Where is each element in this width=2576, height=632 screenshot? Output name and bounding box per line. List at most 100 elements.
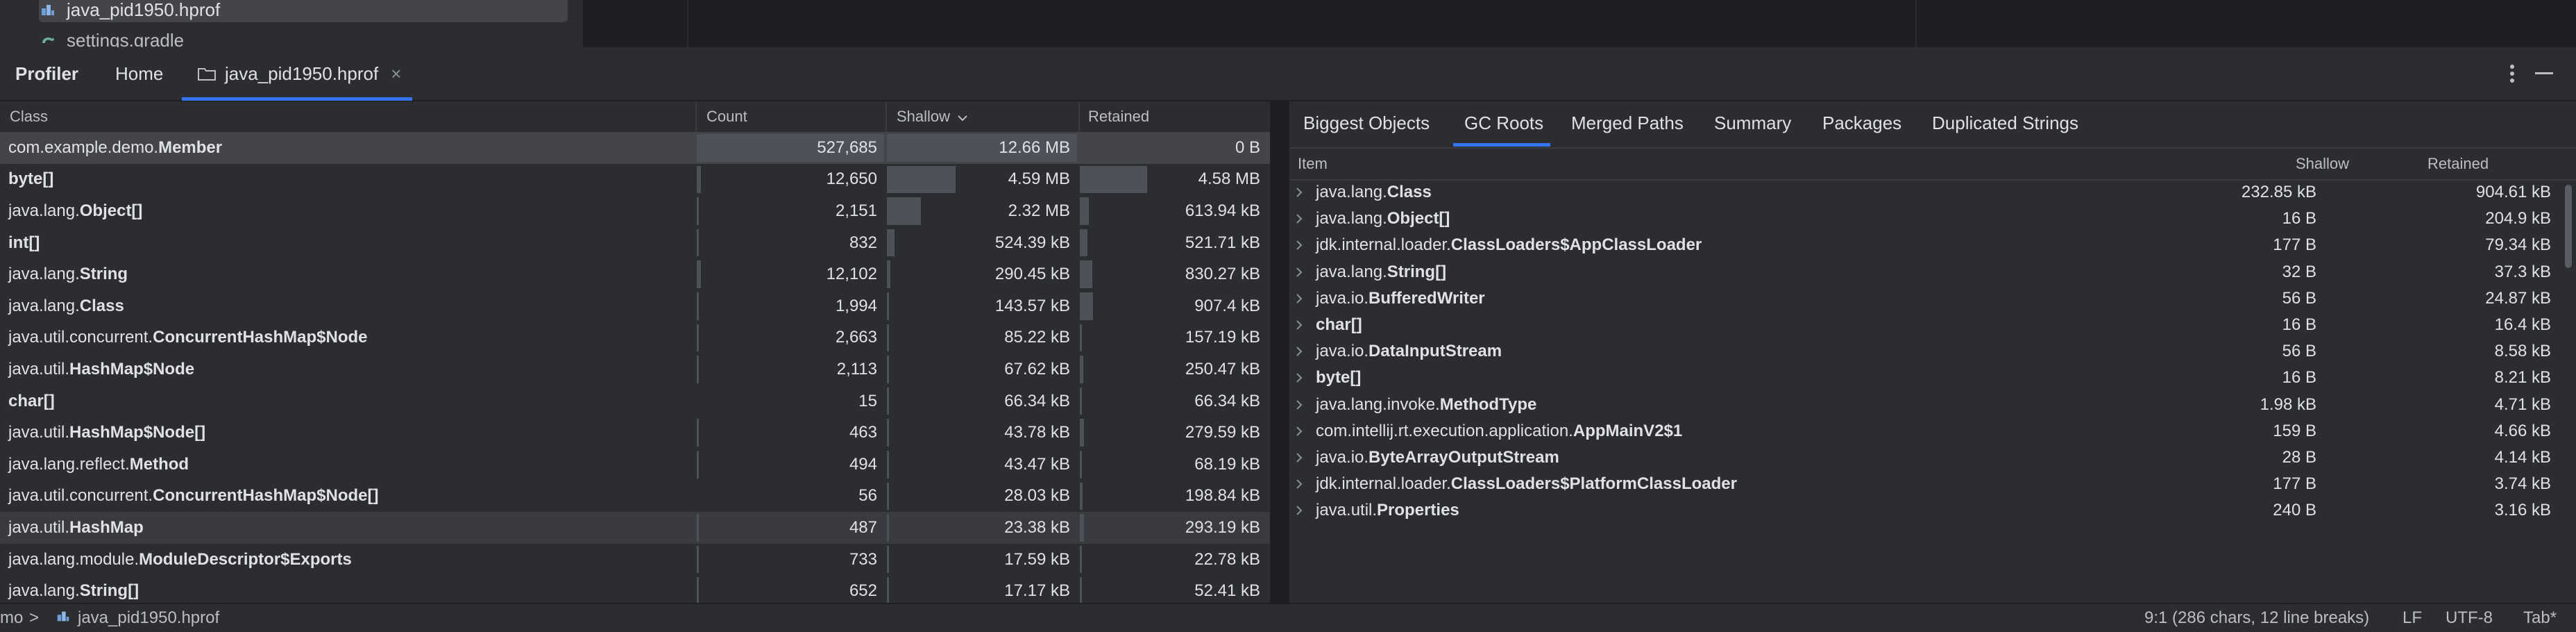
root-simple-name: ClassLoaders$AppClassLoader <box>1450 235 1702 255</box>
table-row[interactable]: java.util.concurrent. ConcurrentHashMap$N… <box>0 322 1270 354</box>
tree-row[interactable]: java.util. Properties 240 B 3.16 kB <box>1289 497 2566 524</box>
count-value: 12,650 <box>826 169 877 189</box>
retained-value: 198.84 kB <box>1185 486 1260 506</box>
chevron-right-icon[interactable] <box>1295 392 1303 418</box>
shallow-bar <box>887 292 889 320</box>
chevron-right-icon[interactable] <box>1295 206 1303 232</box>
shallow-value: 177 B <box>2273 235 2316 255</box>
table-row[interactable]: java.util. HashMap$Node[] 463 43.78 kB 279.5… <box>0 417 1270 449</box>
table-row[interactable]: java.lang.module. ModuleDescriptor$Export… <box>0 544 1270 576</box>
retained-value: 830.27 kB <box>1185 265 1260 284</box>
chevron-right-icon[interactable] <box>1295 471 1303 497</box>
class-simple-name: char[] <box>8 391 55 410</box>
chevron-right-icon[interactable] <box>1295 365 1303 391</box>
chevron-right-icon[interactable] <box>1295 312 1303 338</box>
shallow-cell: 524.39 kB <box>887 227 1077 259</box>
retained-value: 613.94 kB <box>1185 201 1260 220</box>
table-row[interactable]: java.lang. String 12,102 290.45 kB 830.27 kB <box>0 258 1270 290</box>
tree-row[interactable]: java.io. DataInputStream 56 B 8.58 kB <box>1289 338 2566 365</box>
shallow-value: 85.22 kB <box>1004 328 1070 347</box>
chevron-right-icon[interactable] <box>1295 444 1303 471</box>
shallow-value: 2.32 MB <box>1008 201 1070 220</box>
table-row[interactable]: java.lang.reflect. Method 494 43.47 kB 68.19… <box>0 449 1270 481</box>
count-value: 733 <box>849 549 877 569</box>
table-row[interactable]: java.util. HashMap$Node 2,113 67.62 kB 250.4… <box>0 354 1270 385</box>
tree-row[interactable]: char[] 16 B 16.4 kB <box>1289 312 2566 338</box>
file-encoding[interactable]: UTF-8 <box>2446 604 2493 632</box>
tab-hprof-file[interactable]: java_pid1950.hprof × <box>187 47 411 100</box>
count-cell: 494 <box>697 449 884 481</box>
indent-setting[interactable]: Tab* <box>2523 604 2557 632</box>
tree-row[interactable]: byte[] 16 B 8.21 kB <box>1289 365 2566 391</box>
table-row[interactable]: char[] 15 66.34 kB 66.34 kB <box>0 385 1270 417</box>
tree-row[interactable]: jdk.internal.loader. ClassLoaders$AppClas… <box>1289 232 2566 258</box>
table-row[interactable]: java.lang. Object[] 2,151 2.32 MB 613.94 kB <box>0 195 1270 227</box>
header-count[interactable]: Count <box>706 101 747 132</box>
table-row[interactable]: java.util. HashMap 487 23.38 kB 293.19 kB <box>0 512 1270 544</box>
breadcrumb-start[interactable]: mo <box>0 604 23 632</box>
tree-row[interactable]: java.lang. String[] 32 B 37.3 kB <box>1289 259 2566 285</box>
scrollbar-thumb[interactable] <box>2565 185 2572 268</box>
class-package: java.util. <box>8 517 70 537</box>
tab-profiler[interactable]: Profiler <box>15 47 78 100</box>
chevron-right-icon[interactable] <box>1295 497 1303 524</box>
class-simple-name: ConcurrentHashMap$Node <box>153 328 368 347</box>
shallow-bar <box>887 228 895 257</box>
more-vertical-icon[interactable] <box>2498 60 2526 88</box>
table-row[interactable]: java.lang. Class 1,994 143.57 kB 907.4 kB <box>0 290 1270 322</box>
minimize-icon[interactable] <box>2530 60 2558 88</box>
tree-row[interactable]: java.lang. Class 232.85 kB 904.61 kB <box>1289 179 2566 206</box>
class-name: java.util.concurrent. ConcurrentHashMap$N… <box>8 322 367 354</box>
header-shallow-label: Shallow <box>897 108 951 125</box>
shallow-cell: 4.59 MB <box>887 164 1077 196</box>
chevron-right-icon[interactable] <box>1295 232 1303 258</box>
retained-value: 293.19 kB <box>1185 517 1260 537</box>
caret-position[interactable]: 9:1 (286 chars, 12 line breaks) <box>2144 604 2369 632</box>
tab-home[interactable]: Home <box>115 47 163 100</box>
header-shallow[interactable]: Shallow <box>2296 149 2349 179</box>
tab-biggest-objects[interactable]: Biggest Objects <box>1303 101 1430 144</box>
breadcrumb-file[interactable]: java_pid1950.hprof <box>56 604 219 632</box>
tab-merged-paths[interactable]: Merged Paths <box>1571 101 1684 144</box>
chevron-right-icon[interactable] <box>1295 179 1303 206</box>
table-row[interactable]: int[] 832 524.39 kB 521.71 kB <box>0 227 1270 259</box>
tab-gc-roots[interactable]: GC Roots <box>1464 101 1543 144</box>
retained-cell: 22.78 kB <box>1080 544 1267 576</box>
root-name: java.lang. String[] <box>1316 259 1446 285</box>
chevron-right-icon[interactable] <box>1295 259 1303 285</box>
table-row[interactable]: java.util.concurrent. ConcurrentHashMap$N… <box>0 481 1270 513</box>
header-retained[interactable]: Retained <box>2427 149 2489 179</box>
tree-row[interactable]: com.intellij.rt.execution.application. Ap… <box>1289 418 2566 444</box>
close-icon[interactable]: × <box>391 63 401 85</box>
retained-value: 22.78 kB <box>1194 549 1260 569</box>
chevron-right-icon[interactable] <box>1295 285 1303 312</box>
tree-item-hprof[interactable]: java_pid1950.hprof <box>39 0 568 22</box>
tree-row[interactable]: java.io. ByteArrayOutputStream 28 B 4.14 kB <box>1289 444 2566 471</box>
header-shallow[interactable]: Shallow <box>897 101 968 132</box>
retained-cell: 198.84 kB <box>1080 481 1267 513</box>
shallow-cell: 85.22 kB <box>887 322 1077 354</box>
tree-row[interactable]: jdk.internal.loader. ClassLoaders$Platfor… <box>1289 471 2566 497</box>
line-separator[interactable]: LF <box>2403 604 2422 632</box>
chevron-right-icon[interactable] <box>1295 418 1303 444</box>
count-bar <box>697 356 699 383</box>
tab-packages[interactable]: Packages <box>1822 101 1901 144</box>
count-value: 494 <box>849 454 877 474</box>
tree-row[interactable]: java.lang.invoke. MethodType 1.98 kB 4.71 k… <box>1289 392 2566 418</box>
retained-bar <box>1080 197 1089 225</box>
root-package: java.lang.invoke. <box>1316 394 1440 414</box>
tree-row[interactable]: java.io. BufferedWriter 56 B 24.87 kB <box>1289 285 2566 312</box>
tree-row[interactable]: java.lang. Object[] 16 B 204.9 kB <box>1289 206 2566 232</box>
table-row[interactable]: java.lang. String[] 652 17.17 kB 52.41 kB <box>0 575 1270 603</box>
count-value: 652 <box>849 581 877 601</box>
header-item[interactable]: Item <box>1298 149 1328 179</box>
header-retained[interactable]: Retained <box>1088 101 1149 132</box>
retained-value: 68.19 kB <box>1194 454 1260 474</box>
splitter[interactable] <box>1270 101 1289 603</box>
chevron-right-icon[interactable] <box>1295 338 1303 365</box>
table-row[interactable]: com.example.demo. Member 527,685 12.66 MB 0 … <box>0 132 1270 164</box>
table-row[interactable]: byte[] 12,650 4.59 MB 4.58 MB <box>0 164 1270 196</box>
tab-summary[interactable]: Summary <box>1714 101 1791 144</box>
header-class[interactable]: Class <box>10 101 48 132</box>
tab-duplicated-strings[interactable]: Duplicated Strings <box>1932 101 2078 144</box>
